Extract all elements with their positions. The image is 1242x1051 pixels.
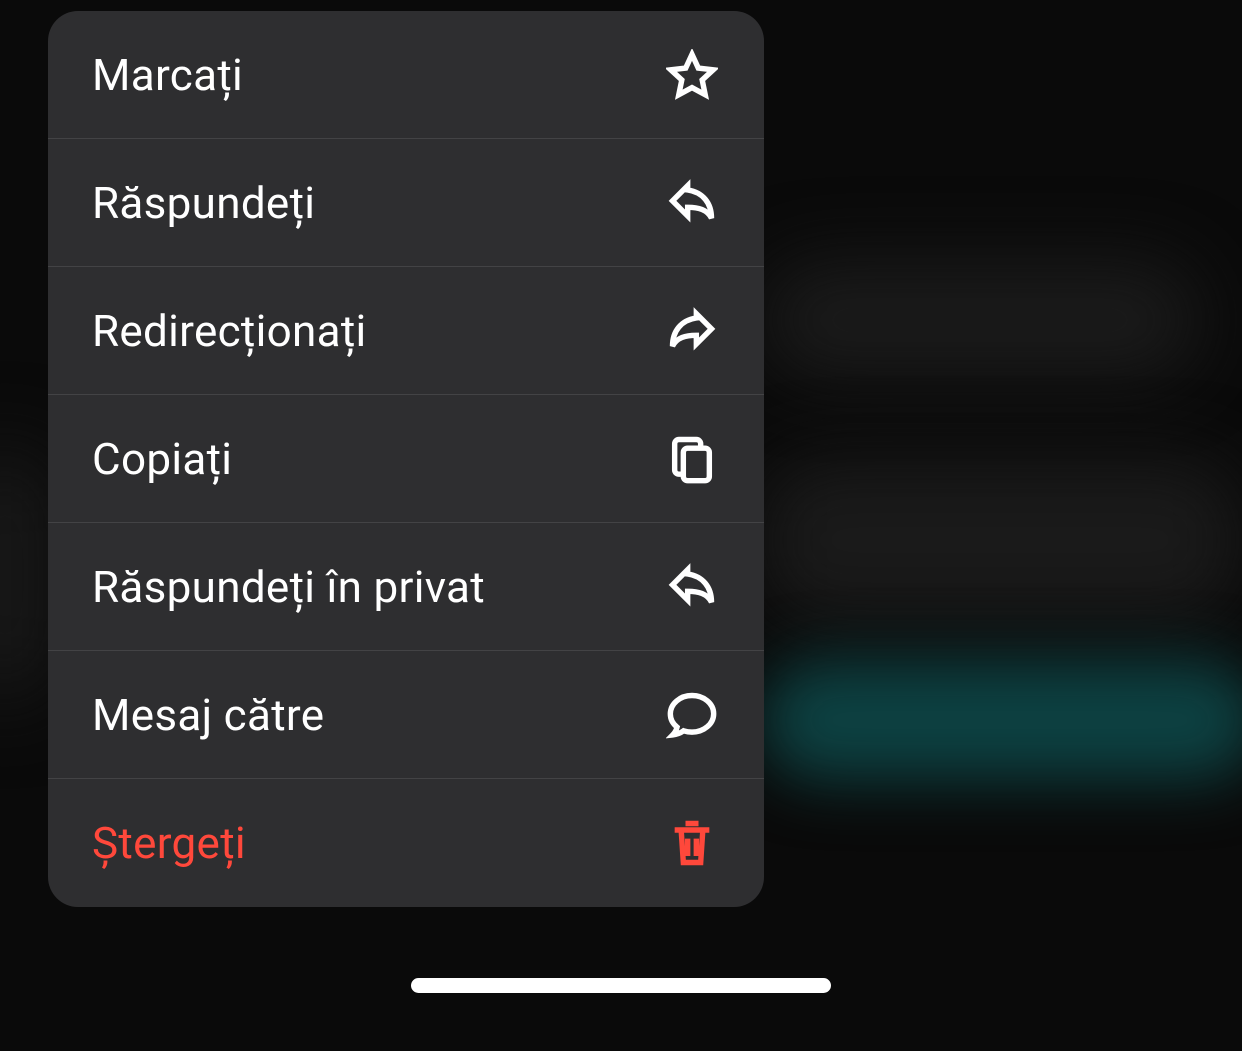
menu-item-star[interactable]: Marcați <box>48 11 764 139</box>
reply-icon <box>664 559 720 615</box>
menu-item-label: Redirecționați <box>92 305 367 357</box>
blur-shape <box>760 660 1242 780</box>
menu-item-label: Răspundeți <box>92 177 315 229</box>
menu-item-forward[interactable]: Redirecționați <box>48 267 764 395</box>
menu-item-delete[interactable]: Ștergeți <box>48 779 764 907</box>
menu-item-label: Copiați <box>92 433 232 485</box>
blur-shape <box>760 260 1200 380</box>
copy-icon <box>664 431 720 487</box>
menu-item-reply-private[interactable]: Răspundeți în privat <box>48 523 764 651</box>
star-icon <box>664 47 720 103</box>
menu-item-label: Ștergeți <box>92 817 246 869</box>
menu-item-label: Marcați <box>92 49 243 101</box>
blur-shape <box>760 460 1240 620</box>
context-menu: Marcați Răspundeți Redirecționați Copiaț… <box>48 11 764 907</box>
blur-shape <box>0 450 50 700</box>
chat-icon <box>664 687 720 743</box>
reply-icon <box>664 175 720 231</box>
menu-item-label: Răspundeți în privat <box>92 561 485 613</box>
home-indicator[interactable] <box>411 978 831 993</box>
trash-icon <box>664 815 720 871</box>
forward-icon <box>664 303 720 359</box>
menu-item-copy[interactable]: Copiați <box>48 395 764 523</box>
menu-item-reply[interactable]: Răspundeți <box>48 139 764 267</box>
menu-item-message-to[interactable]: Mesaj către <box>48 651 764 779</box>
menu-item-label: Mesaj către <box>92 689 324 741</box>
